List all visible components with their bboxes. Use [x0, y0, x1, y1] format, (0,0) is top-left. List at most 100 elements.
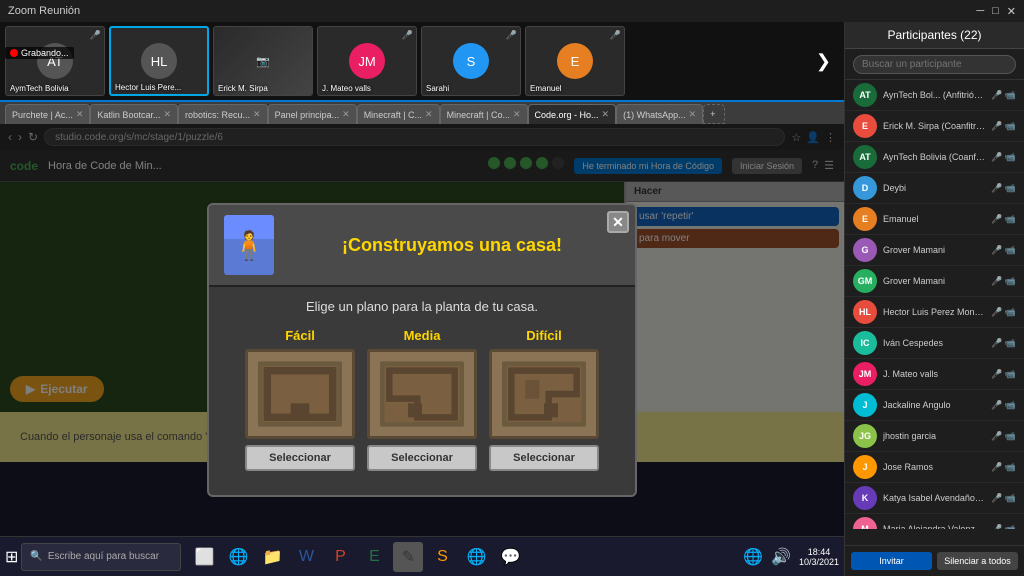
participant-icons: 🎤 📹 — [991, 400, 1016, 411]
browser-tab-3[interactable]: Panel principa... ✕ — [268, 104, 357, 124]
tab-label-3: Panel principa... — [275, 110, 340, 120]
video-tile-1: HL Hector Luis Pere... — [109, 26, 209, 96]
participant-avatar: HL — [853, 300, 877, 324]
participant-icons: 🎤 📹 — [991, 524, 1016, 530]
taskbar-search-label[interactable]: Escribe aquí para buscar — [48, 551, 159, 562]
video-strip-arrow[interactable]: ❯ — [808, 51, 839, 72]
participant-name: Katya Isabel Avendaño Ortega — [883, 493, 985, 503]
minimize-icon[interactable]: ─ — [976, 5, 984, 17]
participant-item: E Emanuel 🎤 📹 — [845, 204, 1024, 235]
browser-tab-4[interactable]: Minecraft | C... ✕ — [357, 104, 440, 124]
mute-icon-5: 🎤 — [610, 30, 621, 41]
participant-item: AT AynTech Bol... (Anfitrión, yo) 🎤 📹 — [845, 80, 1024, 111]
difficulty-medium: Media Seleccionar — [367, 328, 477, 471]
participant-name: jhostin garcia — [883, 431, 985, 441]
participant-name-3: J. Mateo valls — [322, 84, 371, 93]
participant-icons: 🎤 📹 — [991, 338, 1016, 349]
scratch-icon[interactable]: S — [427, 542, 457, 572]
clock-time: 18:44 — [799, 547, 839, 557]
tab-close-3[interactable]: ✕ — [342, 109, 350, 120]
difficulty-medium-image — [367, 349, 477, 439]
video-tile-0: AT AymTech Bolivia 🎤 — [5, 26, 105, 96]
modal-body: Elige un plano para la planta de tu casa… — [209, 287, 635, 495]
restore-icon[interactable]: □ — [992, 5, 999, 17]
select-easy-button[interactable]: Seleccionar — [245, 445, 355, 471]
word-icon[interactable]: W — [291, 542, 321, 572]
recording-label: Grabando... — [21, 48, 69, 58]
participant-avatar: JM — [853, 362, 877, 386]
modal-close-button[interactable]: ✕ — [607, 211, 629, 233]
difficulty-row: Fácil Seleccionar — [229, 328, 615, 471]
new-tab-button[interactable]: + — [703, 104, 725, 124]
taskbar-icons: ⬜ 🌐 📁 W P E ✎ S 🌐 💬 — [189, 542, 525, 572]
participant-icons: 🎤 📹 — [991, 493, 1016, 504]
browser-tab-5[interactable]: Minecraft | Co... ✕ — [440, 104, 528, 124]
recording-dot — [10, 49, 18, 57]
tab-close-0[interactable]: ✕ — [76, 109, 84, 120]
chrome-icon[interactable]: 🌐 — [461, 542, 491, 572]
participant-avatar-3: JM — [349, 43, 385, 79]
clock-date: 10/3/2021 — [799, 557, 839, 567]
tab-close-7[interactable]: ✕ — [689, 109, 697, 120]
excel-icon[interactable]: E — [359, 542, 389, 572]
tab-close-6[interactable]: ✕ — [602, 109, 610, 120]
video-tile-5: E Emanuel 🎤 — [525, 26, 625, 96]
tab-close-4[interactable]: ✕ — [425, 109, 433, 120]
participant-icons: 🎤 📹 — [991, 152, 1016, 163]
participant-item: K Katya Isabel Avendaño Ortega 🎤 📹 — [845, 483, 1024, 514]
participant-item: HL Hector Luis Perez Montaño 🎤 📹 — [845, 297, 1024, 328]
invite-button[interactable]: Invitar — [851, 552, 932, 570]
search-icon: 🔍 — [30, 551, 42, 562]
participant-icons: 🎤 📹 — [991, 245, 1016, 256]
taskbar: ⊞ 🔍 Escribe aquí para buscar ⬜ 🌐 📁 W P E… — [0, 536, 844, 576]
sketchbook-icon[interactable]: ✎ — [393, 542, 423, 572]
video-tile-3: JM J. Mateo valls 🎤 — [317, 26, 417, 96]
tab-close-1[interactable]: ✕ — [163, 109, 171, 120]
participant-icons: 🎤 📹 — [991, 214, 1016, 225]
mute-icon-3: 🎤 — [402, 30, 413, 41]
powerpoint-icon[interactable]: P — [325, 542, 355, 572]
participant-name: Maria Alejandra Valenzuela — [883, 524, 985, 529]
participant-name: Iván Cespedes — [883, 338, 985, 348]
select-medium-button[interactable]: Seleccionar — [367, 445, 477, 471]
explorer-icon[interactable]: 📁 — [257, 542, 287, 572]
recording-indicator: Grabando... — [5, 47, 74, 59]
windows-icon[interactable]: ⊞ — [5, 547, 18, 567]
browser-tab-0[interactable]: Purchete | Ac... ✕ — [5, 104, 90, 124]
edge-icon[interactable]: 🌐 — [223, 542, 253, 572]
taskview-icon[interactable]: ⬜ — [189, 542, 219, 572]
participant-icons: 🎤 📹 — [991, 183, 1016, 194]
participant-name-0: AymTech Bolivia — [10, 84, 69, 93]
participant-icons: 🎤 📹 — [991, 90, 1016, 101]
participant-name: Jose Ramos — [883, 462, 985, 472]
participant-avatar: M — [853, 517, 877, 529]
browser-tab-1[interactable]: Katlin Bootcar... ✕ — [90, 104, 178, 124]
participant-avatar: E — [853, 114, 877, 138]
browser-tab-2[interactable]: robotics: Recu... ✕ — [178, 104, 268, 124]
video-strip: AT AymTech Bolivia 🎤 HL Hector Luis Pere… — [0, 22, 844, 102]
select-hard-button[interactable]: Seleccionar — [489, 445, 599, 471]
participants-header: Participantes (22) — [845, 22, 1024, 49]
modal-overlay: ✕ 🧍 ¡Construyamos una casa! Elige un pla… — [0, 124, 844, 576]
tab-close-2[interactable]: ✕ — [253, 109, 261, 120]
whatsapp-icon[interactable]: 💬 — [495, 542, 525, 572]
browser-tab-7[interactable]: (1) WhatsApp... ✕ — [616, 104, 703, 124]
participant-avatar: AT — [853, 83, 877, 107]
video-tile-2: 📷 Erick M. Sirpa — [213, 26, 313, 96]
browser-tab-6[interactable]: Code.org - Ho... ✕ — [528, 104, 617, 124]
tab-close-5[interactable]: ✕ — [513, 109, 521, 120]
participant-item: D Deybi 🎤 📹 — [845, 173, 1024, 204]
participant-icons: 🎤 📹 — [991, 431, 1016, 442]
difficulty-hard-label: Difícil — [526, 328, 561, 343]
participant-name: J. Mateo valls — [883, 369, 985, 379]
modal-header: 🧍 ¡Construyamos una casa! — [209, 205, 635, 287]
mute-all-button[interactable]: Silenciar a todos — [937, 552, 1018, 570]
video-tile-4: S Sarahi 🎤 — [421, 26, 521, 96]
participant-name: Jackaline Angulo — [883, 400, 985, 410]
participant-name: Erick M. Sirpa (Coanfitrión) — [883, 121, 985, 131]
participant-search-input[interactable] — [853, 55, 1016, 74]
participant-item: IC Iván Cespedes 🎤 📹 — [845, 328, 1024, 359]
close-icon[interactable]: ✕ — [1007, 5, 1016, 18]
tab-label-0: Purchete | Ac... — [12, 110, 73, 120]
steve-avatar: 🧍 — [224, 215, 274, 275]
